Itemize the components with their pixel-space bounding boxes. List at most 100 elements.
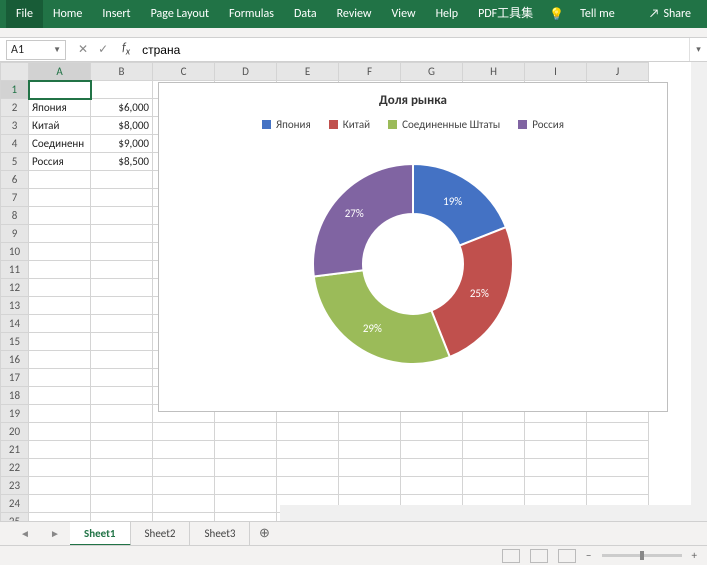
cell-E21[interactable] [277, 441, 339, 459]
cell-B10[interactable] [91, 243, 153, 261]
cell-B14[interactable] [91, 315, 153, 333]
row-header-11[interactable]: 11 [1, 261, 29, 279]
col-header-H[interactable]: H [463, 63, 525, 81]
cell-C24[interactable] [153, 495, 215, 513]
chevron-down-icon[interactable]: ▼ [53, 45, 61, 55]
cell-I23[interactable] [525, 477, 587, 495]
row-header-22[interactable]: 22 [1, 459, 29, 477]
cell-A17[interactable] [29, 369, 91, 387]
cell-A16[interactable] [29, 351, 91, 369]
cell-D21[interactable] [215, 441, 277, 459]
row-header-1[interactable]: 1 [1, 81, 29, 99]
cell-B15[interactable] [91, 333, 153, 351]
row-header-19[interactable]: 19 [1, 405, 29, 423]
cell-A11[interactable] [29, 261, 91, 279]
cell-H23[interactable] [463, 477, 525, 495]
cell-A19[interactable] [29, 405, 91, 423]
chart-object[interactable]: Доля рынка ЯпонияКитайСоединенные ШтатыР… [158, 82, 668, 412]
page-break-view-button[interactable] [558, 549, 576, 563]
cancel-icon[interactable]: ✕ [78, 42, 88, 57]
cell-C21[interactable] [153, 441, 215, 459]
name-box[interactable]: A1 ▼ [6, 40, 66, 60]
row-header-12[interactable]: 12 [1, 279, 29, 297]
ribbon-tab-formulas[interactable]: Formulas [219, 0, 284, 28]
ribbon-tab-page-layout[interactable]: Page Layout [141, 0, 219, 28]
cell-J23[interactable] [587, 477, 649, 495]
sheet-tab-sheet2[interactable]: Sheet2 [131, 522, 191, 546]
cell-B16[interactable] [91, 351, 153, 369]
file-tab[interactable]: File [6, 0, 43, 28]
col-header-D[interactable]: D [215, 63, 277, 81]
cell-A4[interactable]: Соединенн [29, 135, 91, 153]
cell-J20[interactable] [587, 423, 649, 441]
formula-input[interactable] [136, 40, 689, 60]
cell-B4[interactable]: $9,000 [91, 135, 153, 153]
cell-C20[interactable] [153, 423, 215, 441]
page-layout-view-button[interactable] [530, 549, 548, 563]
cell-B17[interactable] [91, 369, 153, 387]
select-all-corner[interactable] [1, 63, 29, 81]
cell-F21[interactable] [339, 441, 401, 459]
cell-A7[interactable] [29, 189, 91, 207]
worksheet-grid[interactable]: ABCDEFGHIJ1странаПродажи2Япония$6,0003Ки… [0, 62, 707, 534]
cell-B3[interactable]: $8,000 [91, 117, 153, 135]
add-sheet-button[interactable]: ⊕ [250, 526, 278, 541]
cell-J22[interactable] [587, 459, 649, 477]
row-header-13[interactable]: 13 [1, 297, 29, 315]
cell-A13[interactable] [29, 297, 91, 315]
cell-B22[interactable] [91, 459, 153, 477]
cell-B13[interactable] [91, 297, 153, 315]
col-header-G[interactable]: G [401, 63, 463, 81]
cell-D20[interactable] [215, 423, 277, 441]
row-header-10[interactable]: 10 [1, 243, 29, 261]
cell-B19[interactable] [91, 405, 153, 423]
cell-C23[interactable] [153, 477, 215, 495]
cell-B9[interactable] [91, 225, 153, 243]
tell-me[interactable]: Tell me [570, 0, 625, 28]
cell-I20[interactable] [525, 423, 587, 441]
vertical-scrollbar[interactable] [691, 62, 707, 521]
horizontal-scrollbar[interactable] [280, 505, 691, 521]
sheet-tab-sheet3[interactable]: Sheet3 [190, 522, 250, 546]
cell-A1[interactable]: страна [29, 81, 91, 99]
cell-B2[interactable]: $6,000 [91, 99, 153, 117]
cell-B23[interactable] [91, 477, 153, 495]
row-header-20[interactable]: 20 [1, 423, 29, 441]
cell-H20[interactable] [463, 423, 525, 441]
ribbon-tab-data[interactable]: Data [284, 0, 327, 28]
cell-I21[interactable] [525, 441, 587, 459]
row-header-4[interactable]: 4 [1, 135, 29, 153]
col-header-C[interactable]: C [153, 63, 215, 81]
expand-formula-bar[interactable]: ▾ [689, 38, 707, 61]
cell-H22[interactable] [463, 459, 525, 477]
normal-view-button[interactable] [502, 549, 520, 563]
col-header-E[interactable]: E [277, 63, 339, 81]
cell-B5[interactable]: $8,500 [91, 153, 153, 171]
row-header-3[interactable]: 3 [1, 117, 29, 135]
cell-G21[interactable] [401, 441, 463, 459]
cell-E20[interactable] [277, 423, 339, 441]
share-button[interactable]: ↗ Share [639, 7, 701, 21]
col-header-I[interactable]: I [525, 63, 587, 81]
row-header-24[interactable]: 24 [1, 495, 29, 513]
row-header-2[interactable]: 2 [1, 99, 29, 117]
cell-C22[interactable] [153, 459, 215, 477]
zoom-out-button[interactable]: − [586, 549, 591, 562]
cell-G20[interactable] [401, 423, 463, 441]
row-header-17[interactable]: 17 [1, 369, 29, 387]
ribbon-tab-home[interactable]: Home [43, 0, 92, 28]
cell-A9[interactable] [29, 225, 91, 243]
cell-B11[interactable] [91, 261, 153, 279]
ribbon-tab-review[interactable]: Review [327, 0, 382, 28]
row-header-16[interactable]: 16 [1, 351, 29, 369]
cell-B1[interactable]: Продажи [91, 81, 153, 99]
col-header-B[interactable]: B [91, 63, 153, 81]
ribbon-tab-help[interactable]: Help [426, 0, 469, 28]
row-header-9[interactable]: 9 [1, 225, 29, 243]
cell-A14[interactable] [29, 315, 91, 333]
cell-G23[interactable] [401, 477, 463, 495]
cell-B20[interactable] [91, 423, 153, 441]
cell-A3[interactable]: Китай [29, 117, 91, 135]
enter-icon[interactable]: ✓ [98, 42, 108, 57]
cell-J21[interactable] [587, 441, 649, 459]
